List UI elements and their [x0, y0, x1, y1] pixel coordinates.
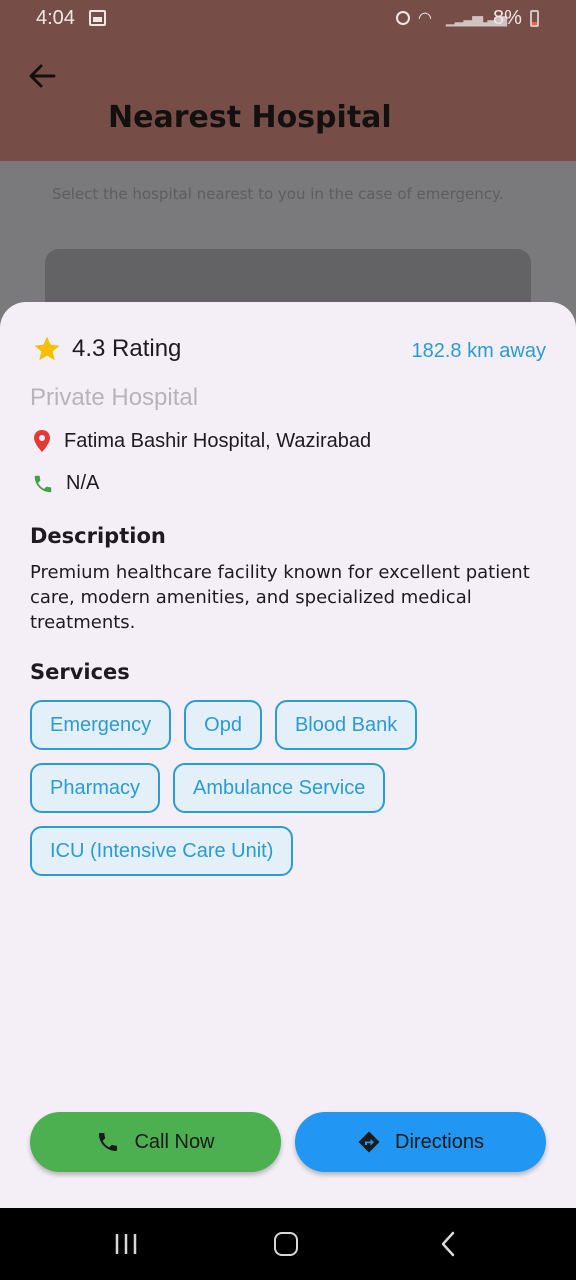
location-pin-icon [34, 430, 50, 452]
recent-apps-icon[interactable] [113, 1232, 139, 1256]
alarm-icon [396, 11, 410, 25]
description-text: Premium healthcare facility known for ex… [30, 562, 530, 633]
call-now-button[interactable]: Call Now [30, 1112, 281, 1172]
description-heading: Description [30, 524, 166, 548]
rating-row: 4.3 Rating [32, 334, 181, 364]
service-chip[interactable]: Pharmacy [30, 763, 161, 813]
system-nav-bar [0, 1208, 576, 1280]
service-chip[interactable]: Blood Bank [274, 700, 418, 750]
phone-text: N/A [66, 472, 100, 494]
back-arrow-icon[interactable] [26, 60, 58, 92]
battery-percent: 8% [493, 7, 522, 29]
phone-row: N/A [32, 472, 99, 495]
phone-icon [34, 475, 52, 492]
status-bar: 4:04 ◠ ▁▂▃▅ ▁▂▃▅ 8% [0, 0, 576, 38]
nav-back-icon[interactable] [438, 1230, 458, 1258]
directions-label: Directions [395, 1130, 484, 1153]
star-icon [34, 336, 60, 361]
directions-icon [358, 1131, 380, 1153]
service-chip[interactable]: ICU (Intensive Care Unit) [30, 826, 294, 876]
services-list: Emergency Opd Blood Bank Pharmacy Ambula… [30, 700, 550, 876]
phone-icon [99, 1133, 118, 1151]
services-heading: Services [30, 660, 130, 684]
wifi-icon: ◠ [418, 10, 432, 27]
address-row: Fatima Bashir Hospital, Wazirabad [32, 429, 371, 453]
page-subtitle: Select the hospital nearest to you in th… [52, 185, 504, 203]
call-now-label: Call Now [134, 1130, 215, 1153]
rating-text: 4.3 Rating [72, 335, 182, 362]
service-chip[interactable]: Emergency [30, 700, 172, 750]
service-chip[interactable]: Opd [184, 700, 262, 750]
home-icon[interactable] [274, 1232, 298, 1256]
page-title: Nearest Hospital [108, 100, 392, 135]
app-bar: Nearest Hospital [0, 38, 576, 161]
distance-text: 182.8 km away [411, 340, 546, 362]
hospital-type: Private Hospital [30, 384, 199, 411]
service-chip[interactable]: Ambulance Service [173, 763, 386, 813]
directions-button[interactable]: Directions [295, 1112, 546, 1172]
gallery-notification-icon [89, 10, 106, 26]
hospital-detail-sheet: 4.3 Rating 182.8 km away Private Hospita… [0, 302, 576, 1208]
status-time: 4:04 [36, 7, 75, 29]
address-text: Fatima Bashir Hospital, Wazirabad [64, 429, 372, 452]
battery-icon [530, 10, 539, 27]
